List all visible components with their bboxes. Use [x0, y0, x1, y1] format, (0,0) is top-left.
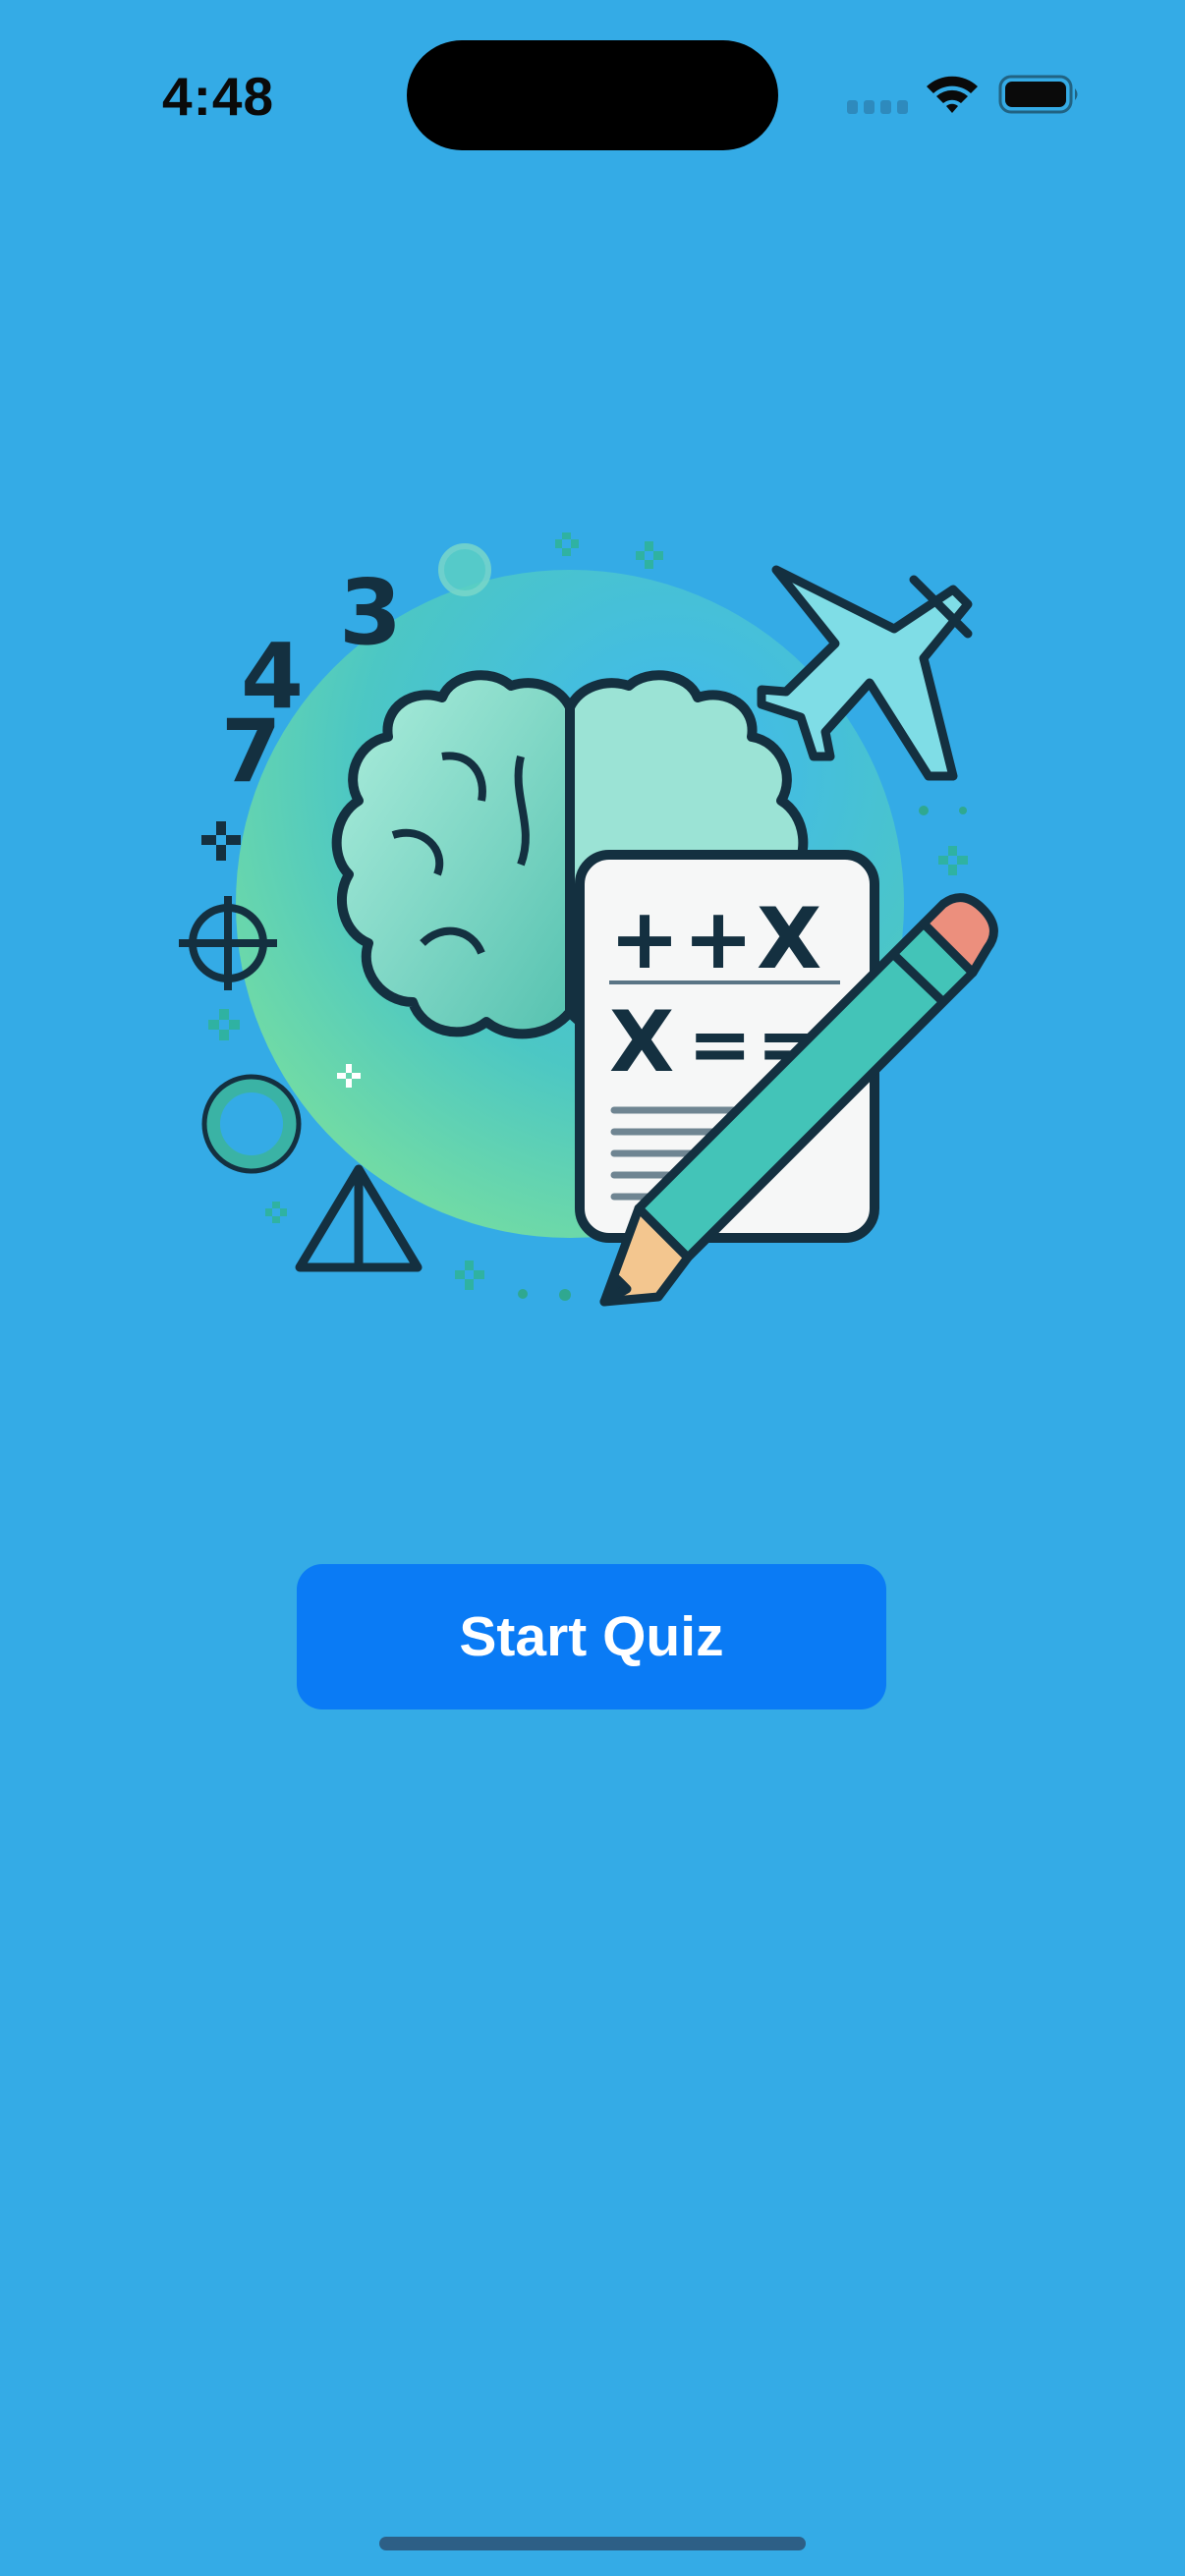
worksheet-row-2: X — [609, 993, 674, 1092]
home-indicator[interactable] — [379, 2537, 806, 2550]
svg-text:+: + — [683, 890, 754, 988]
status-time: 4:48 — [162, 66, 275, 127]
start-quiz-button[interactable]: Start Quiz — [297, 1564, 886, 1709]
ring-icon — [204, 1077, 299, 1171]
dark-plus-icon — [201, 821, 241, 861]
small-circle-icon — [438, 543, 491, 596]
svg-text:X: X — [757, 890, 821, 988]
wifi-icon — [927, 76, 978, 113]
brain-quiz-illustration: 3 4 7 + + X X = = — [179, 532, 998, 1307]
battery-icon — [998, 75, 1078, 114]
svg-text:=: = — [688, 1001, 752, 1090]
number-3: 3 — [339, 560, 402, 665]
worksheet-row-1: + — [609, 890, 680, 988]
quiz-start-screen: 4:48 3 4 7 + + X X = = Start Quiz — [0, 0, 1185, 2576]
number-7: 7 — [221, 700, 281, 802]
cellular-signal-icon — [847, 100, 908, 114]
dynamic-island — [407, 40, 778, 150]
